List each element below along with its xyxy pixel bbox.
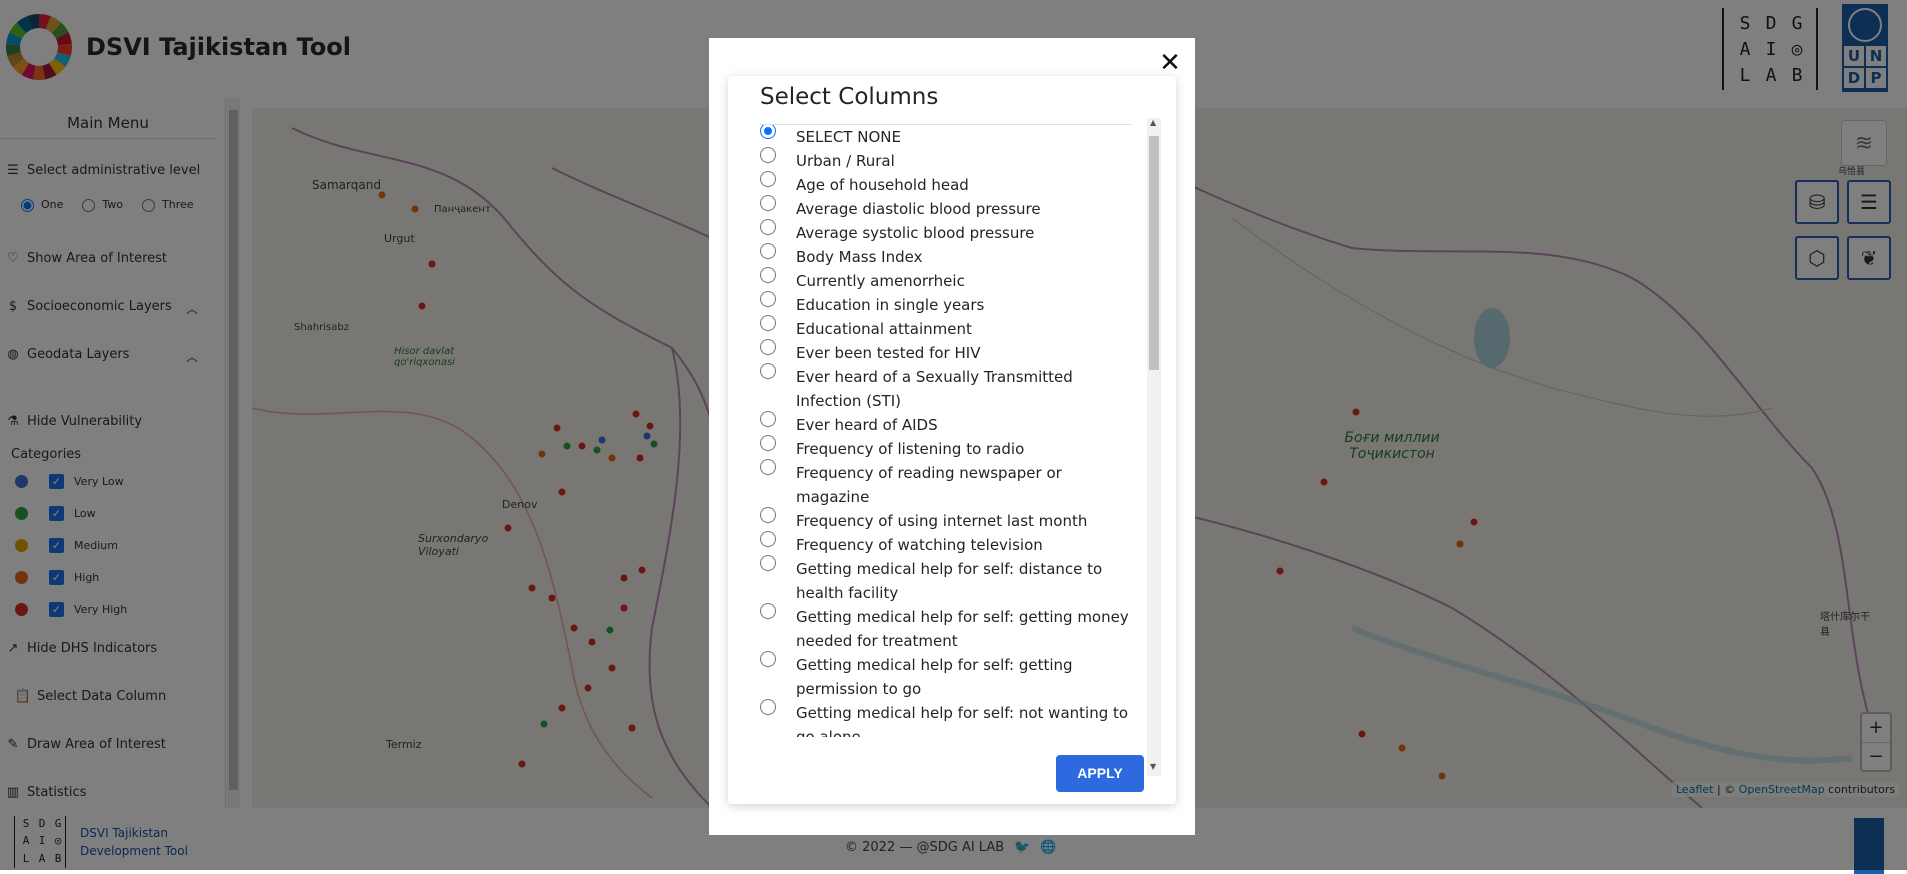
column-option-radio[interactable] — [760, 339, 776, 355]
column-option[interactable]: Ever heard of a Sexually Transmitted Inf… — [760, 363, 1132, 413]
column-option-label: Ever been tested for HIV — [796, 344, 981, 362]
column-option-label: Educational attainment — [796, 320, 972, 338]
column-option-label: Frequency of listening to radio — [796, 440, 1025, 458]
column-options-list: SELECT NONE Urban / Rural Age of household… — [760, 125, 1132, 737]
column-option[interactable]: Getting medical help for self: getting p… — [760, 651, 1132, 701]
column-option-label: Ever heard of a Sexually Transmitted Inf… — [796, 368, 1073, 410]
column-option[interactable]: Currently amenorrheic — [760, 267, 1132, 293]
options-scrollbar[interactable]: ▲ ▼ — [1147, 118, 1161, 776]
column-option-radio[interactable] — [760, 411, 776, 427]
column-option[interactable]: Frequency of watching television — [760, 531, 1132, 557]
column-option-label: Education in single years — [796, 296, 985, 314]
column-option-label: Getting medical help for self: not wanti… — [796, 704, 1129, 737]
column-option-label: Ever heard of AIDS — [796, 416, 938, 434]
column-option-label: Urban / Rural — [796, 152, 895, 170]
column-option[interactable]: Education in single years — [760, 291, 1132, 317]
column-option[interactable]: Body Mass Index — [760, 243, 1132, 269]
column-option[interactable]: Getting medical help for self: not wanti… — [760, 699, 1132, 737]
column-option-radio[interactable] — [760, 147, 776, 163]
column-option-radio[interactable] — [760, 459, 776, 475]
column-option[interactable]: Frequency of listening to radio — [760, 435, 1132, 461]
column-option-radio[interactable] — [760, 171, 776, 187]
column-option-radio[interactable] — [760, 315, 776, 331]
column-option-radio[interactable] — [760, 699, 776, 715]
column-option[interactable]: Age of household head — [760, 171, 1132, 197]
column-option-radio[interactable] — [760, 603, 776, 619]
column-option[interactable]: Average systolic blood pressure — [760, 219, 1132, 245]
column-option-label: Getting medical help for self: getting m… — [796, 608, 1129, 650]
column-option-label: Body Mass Index — [796, 248, 923, 266]
column-option-radio[interactable] — [760, 195, 776, 211]
column-option-radio[interactable] — [760, 219, 776, 235]
column-option-label: Getting medical help for self: getting p… — [796, 656, 1073, 698]
column-option-label: Average diastolic blood pressure — [796, 200, 1041, 218]
column-option-label: Getting medical help for self: distance … — [796, 560, 1103, 602]
options-scroll-thumb[interactable] — [1149, 136, 1159, 370]
column-option-label: Frequency of using internet last month — [796, 512, 1088, 530]
column-option-radio[interactable] — [760, 243, 776, 259]
column-option-radio[interactable] — [760, 125, 776, 139]
column-option-radio[interactable] — [760, 555, 776, 571]
column-option-radio[interactable] — [760, 291, 776, 307]
modal-title: Select Columns — [760, 84, 939, 110]
apply-button[interactable]: APPLY — [1056, 755, 1144, 792]
column-option[interactable]: Frequency of reading newspaper or magazi… — [760, 459, 1132, 509]
select-columns-modal: ✕ Select Columns SELECT NONE Urban / Rura… — [709, 38, 1195, 835]
column-option-label: Frequency of reading newspaper or magazi… — [796, 464, 1062, 506]
scroll-up-icon[interactable]: ▲ — [1150, 118, 1156, 127]
column-option-label: Age of household head — [796, 176, 969, 194]
column-option-label: Frequency of watching television — [796, 536, 1043, 554]
column-option-label: SELECT NONE — [796, 128, 901, 146]
close-modal-button[interactable]: ✕ — [1155, 48, 1185, 78]
column-option-radio[interactable] — [760, 531, 776, 547]
column-option[interactable]: SELECT NONE — [760, 125, 1132, 149]
column-option[interactable]: Urban / Rural — [760, 147, 1132, 173]
scroll-down-icon[interactable]: ▼ — [1150, 762, 1156, 771]
column-option-radio[interactable] — [760, 507, 776, 523]
column-option[interactable]: Average diastolic blood pressure — [760, 195, 1132, 221]
column-option[interactable]: Ever been tested for HIV — [760, 339, 1132, 365]
column-option-radio[interactable] — [760, 267, 776, 283]
column-option-label: Currently amenorrheic — [796, 272, 965, 290]
column-option-radio[interactable] — [760, 363, 776, 379]
column-option[interactable]: Getting medical help for self: getting m… — [760, 603, 1132, 653]
column-option[interactable]: Ever heard of AIDS — [760, 411, 1132, 437]
close-icon: ✕ — [1159, 48, 1181, 78]
column-option[interactable]: Getting medical help for self: distance … — [760, 555, 1132, 605]
column-option[interactable]: Educational attainment — [760, 315, 1132, 341]
column-option-radio[interactable] — [760, 435, 776, 451]
column-option-label: Average systolic blood pressure — [796, 224, 1035, 242]
column-option[interactable]: Frequency of using internet last month — [760, 507, 1132, 533]
column-option-radio[interactable] — [760, 651, 776, 667]
select-columns-card: Select Columns SELECT NONE Urban / Rural A… — [728, 76, 1176, 804]
